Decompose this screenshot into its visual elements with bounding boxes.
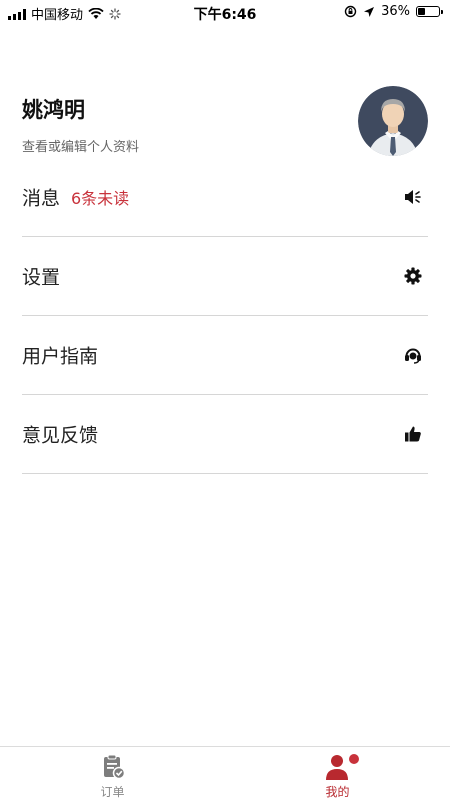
menu-item-user-guide[interactable]: 用户指南 — [22, 316, 428, 395]
tab-label: 订单 — [100, 785, 125, 799]
menu-item-label: 用户指南 — [22, 345, 99, 368]
user-profile-icon — [324, 753, 352, 781]
tab-orders[interactable]: 订单 — [0, 747, 225, 801]
tab-mine[interactable]: 我的 — [225, 747, 450, 801]
thumbs-up-icon — [404, 425, 422, 443]
menu-item-messages[interactable]: 消息 6条未读 — [22, 158, 428, 237]
gear-icon — [404, 267, 422, 285]
tab-bar: 订单 我的 — [0, 746, 450, 800]
menu-item-label: 消息 — [22, 187, 61, 210]
battery-percent: 36% — [381, 4, 410, 19]
profile-edit-link[interactable]: 查看或编辑个人资料 — [22, 136, 139, 155]
unread-badge: 6条未读 — [71, 189, 130, 208]
profile-name[interactable]: 姚鸿明 — [22, 94, 85, 124]
menu-item-settings[interactable]: 设置 — [22, 237, 428, 316]
notification-dot — [349, 754, 359, 764]
battery-icon — [416, 6, 443, 17]
location-arrow-icon — [364, 6, 375, 17]
status-bar: 中国移动 下午6:46 36% — [0, 0, 450, 24]
menu-item-label: 意见反馈 — [22, 424, 99, 447]
avatar[interactable] — [358, 86, 428, 156]
menu-item-label: 设置 — [22, 266, 61, 289]
clipboard-check-icon — [99, 753, 127, 781]
speaker-icon — [404, 188, 422, 206]
tab-label: 我的 — [325, 785, 350, 799]
headset-icon — [404, 346, 422, 364]
rotation-lock-icon — [344, 5, 357, 18]
menu-item-feedback[interactable]: 意见反馈 — [22, 395, 428, 474]
